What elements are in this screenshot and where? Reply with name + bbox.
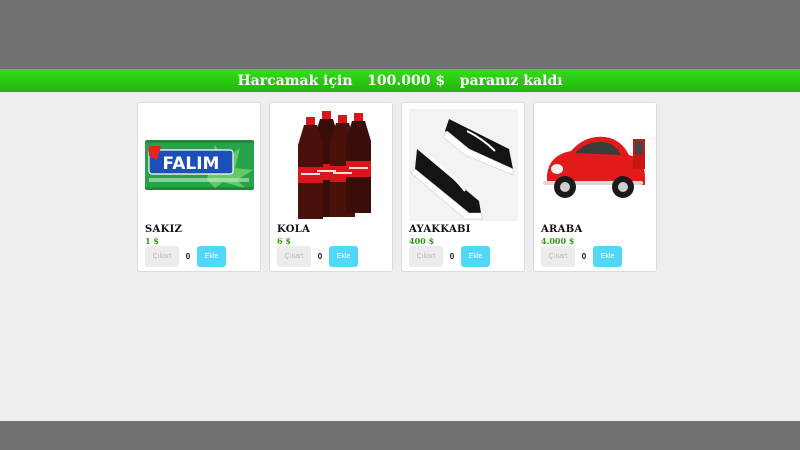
buy-button[interactable]: Ekle bbox=[461, 246, 490, 267]
sell-button[interactable]: Çıkart bbox=[277, 246, 311, 267]
quantity-value: 0 bbox=[185, 252, 191, 261]
banner-suffix: paranız kaldı bbox=[459, 72, 563, 89]
quantity-controls: Çıkart 0 Ekle bbox=[145, 246, 226, 267]
product-price: 1 $ bbox=[145, 236, 159, 246]
falim-gum-image: FALIM bbox=[145, 109, 254, 221]
product-price: 6 $ bbox=[277, 236, 291, 246]
banner-amount: 100.000 $ bbox=[367, 72, 446, 89]
buy-button[interactable]: Ekle bbox=[593, 246, 622, 267]
svg-text:FALIM: FALIM bbox=[163, 154, 220, 174]
product-card: ARABA 4.000 $ Çıkart 0 Ekle bbox=[533, 102, 657, 272]
buy-button[interactable]: Ekle bbox=[197, 246, 226, 267]
sneakers-image bbox=[409, 109, 518, 221]
quantity-value: 0 bbox=[317, 252, 323, 261]
quantity-controls: Çıkart 0 Ekle bbox=[277, 246, 358, 267]
top-gray-band bbox=[0, 0, 800, 69]
product-card: KOLA 6 $ Çıkart 0 Ekle bbox=[269, 102, 393, 272]
money-banner: Harcamak için 100.000 $ paranız kaldı bbox=[0, 69, 800, 92]
quantity-controls: Çıkart 0 Ekle bbox=[541, 246, 622, 267]
product-name: AYAKKABI bbox=[409, 224, 471, 235]
quantity-value: 0 bbox=[581, 252, 587, 261]
product-grid: FALIM SAKIZ 1 $ Çıkart 0 Ekle KOLA 6 $ Ç… bbox=[137, 102, 657, 272]
buy-button[interactable]: Ekle bbox=[329, 246, 358, 267]
product-name: KOLA bbox=[277, 224, 311, 235]
bottom-gray-band bbox=[0, 421, 800, 450]
quantity-controls: Çıkart 0 Ekle bbox=[409, 246, 490, 267]
red-beetle-car-image bbox=[541, 109, 650, 221]
product-price: 400 $ bbox=[409, 236, 435, 246]
product-card: FALIM SAKIZ 1 $ Çıkart 0 Ekle bbox=[137, 102, 261, 272]
cola-bottles-image bbox=[277, 109, 386, 221]
product-name: ARABA bbox=[541, 224, 583, 235]
banner-prefix: Harcamak için bbox=[237, 72, 353, 89]
product-price: 4.000 $ bbox=[541, 236, 575, 246]
product-name: SAKIZ bbox=[145, 224, 183, 235]
quantity-value: 0 bbox=[449, 252, 455, 261]
product-card: AYAKKABI 400 $ Çıkart 0 Ekle bbox=[401, 102, 525, 272]
sell-button[interactable]: Çıkart bbox=[145, 246, 179, 267]
sell-button[interactable]: Çıkart bbox=[409, 246, 443, 267]
sell-button[interactable]: Çıkart bbox=[541, 246, 575, 267]
